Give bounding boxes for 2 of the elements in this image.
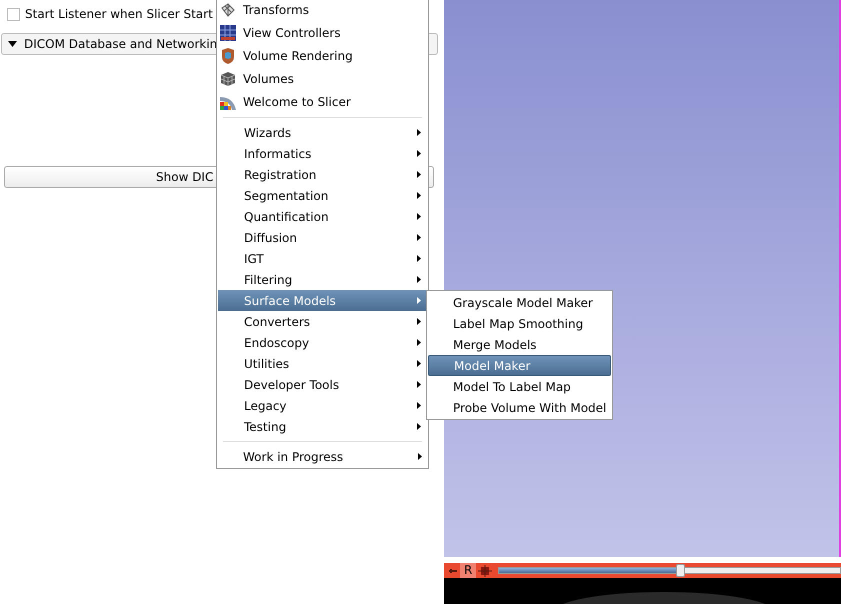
- checkbox-label: Start Listener when Slicer Start: [25, 6, 213, 23]
- orientation-label: R: [460, 563, 476, 578]
